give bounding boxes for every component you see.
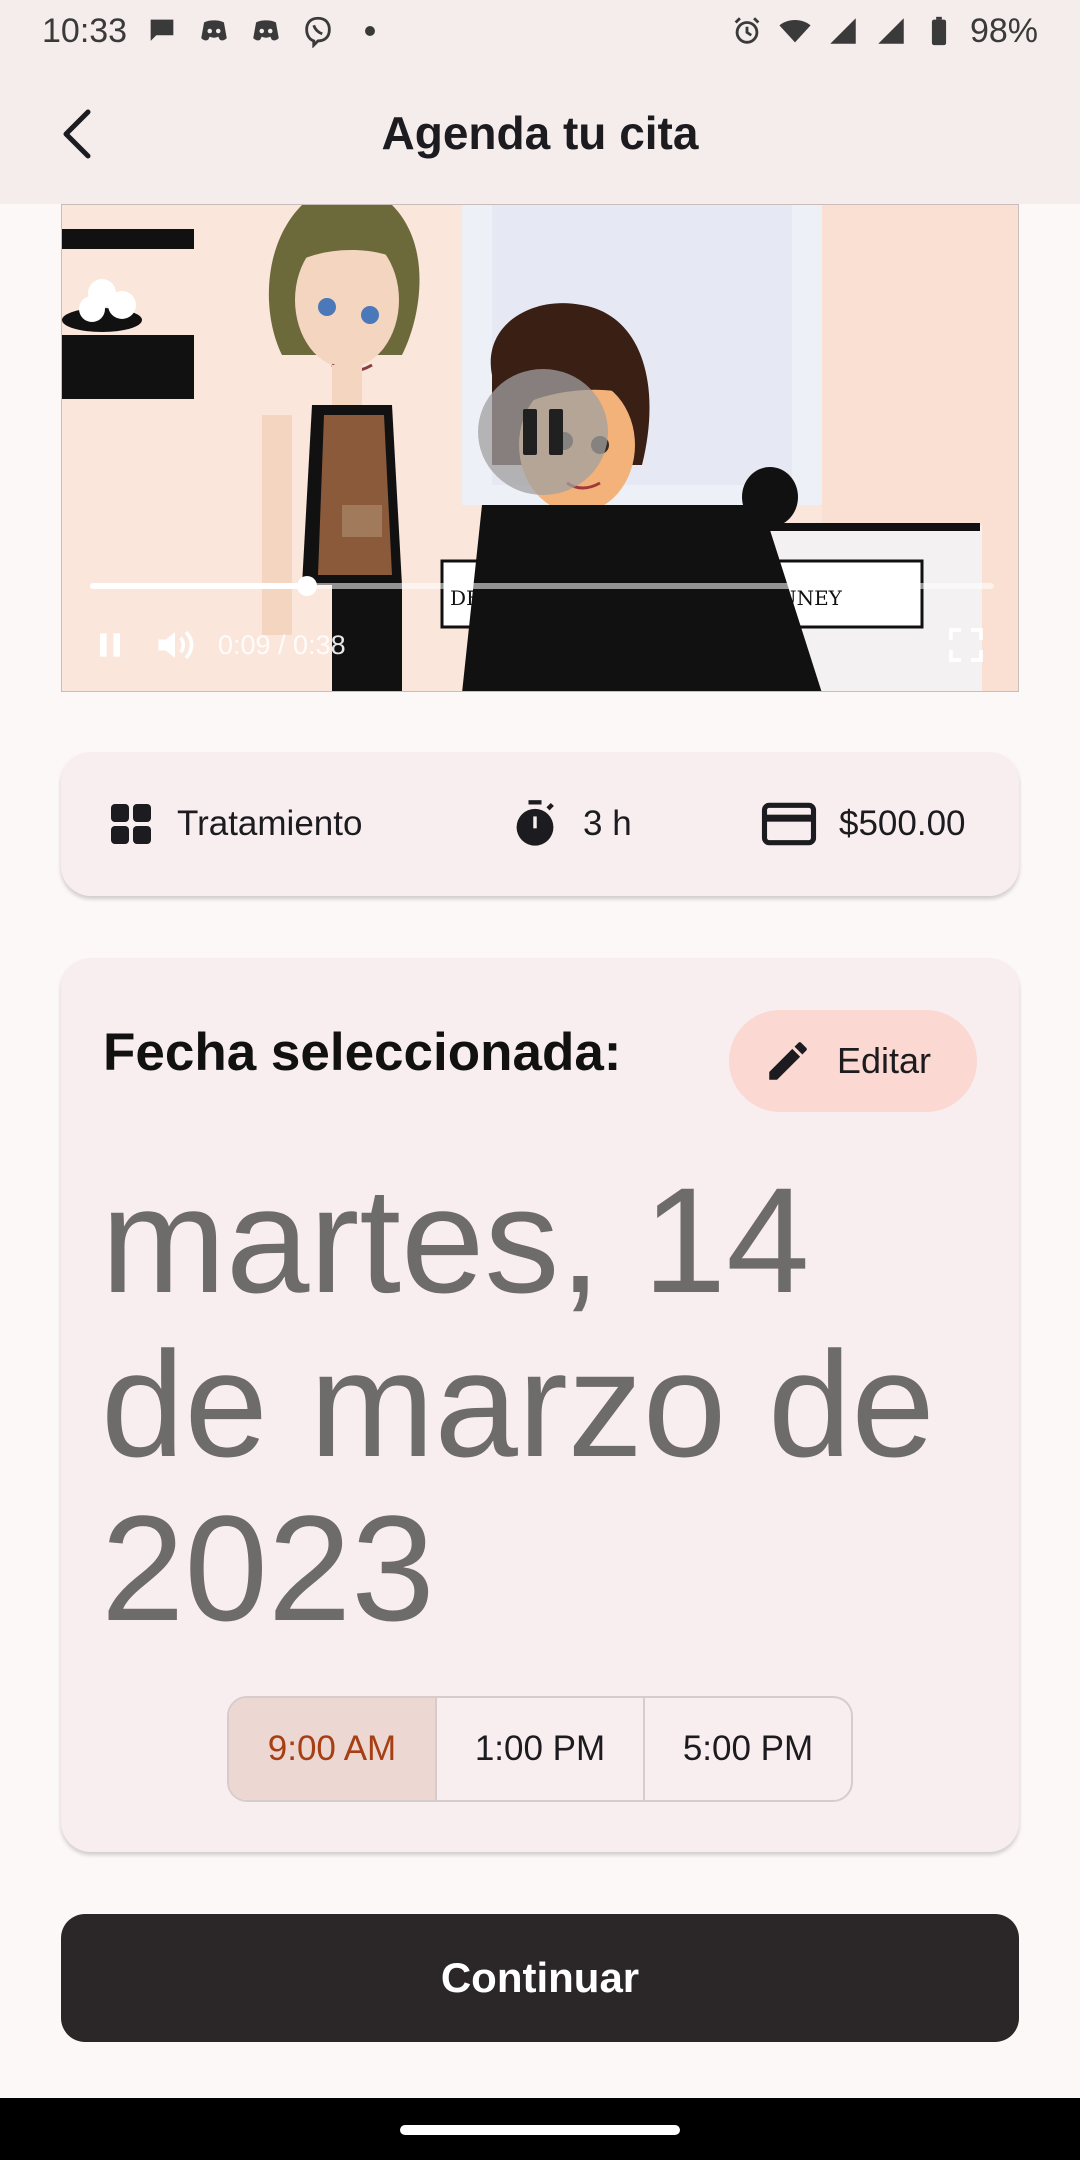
wifi-icon xyxy=(779,20,811,43)
date-card: Fecha seleccionada: Editar martes, 14 de… xyxy=(61,958,1019,1852)
continue-button[interactable]: Continuar xyxy=(61,1914,1019,2042)
pause-icon[interactable] xyxy=(90,625,130,665)
page-title: Agenda tu cita xyxy=(381,107,699,159)
grid-icon xyxy=(111,804,151,844)
status-time: 10:33 xyxy=(42,11,128,50)
video-progress-fill xyxy=(90,583,307,589)
battery-icon xyxy=(931,16,947,46)
center-pause-button[interactable] xyxy=(478,369,608,495)
chat-bubble-icon xyxy=(150,19,174,41)
arrow-back-icon xyxy=(63,109,91,159)
timer-icon xyxy=(516,800,554,846)
notification-icons xyxy=(145,14,387,48)
fullscreen-icon[interactable] xyxy=(946,625,986,665)
edit-date-button[interactable]: Editar xyxy=(729,1010,977,1112)
discord-icon xyxy=(201,20,227,41)
battery-percentage: 98% xyxy=(969,11,1038,50)
back-button[interactable] xyxy=(40,96,116,172)
service-price-label: $500.00 xyxy=(839,804,966,843)
home-gesture-handle[interactable] xyxy=(400,2125,680,2135)
pause-bar xyxy=(523,409,537,455)
service-duration: 3 h xyxy=(509,752,632,896)
time-slot-selector: 9:00 AM 1:00 PM 5:00 PM xyxy=(227,1696,853,1802)
service-category: Tratamiento xyxy=(107,752,362,896)
selected-date-label: Fecha seleccionada: xyxy=(103,1023,622,1082)
video-controls: 0:09 / 0:38 xyxy=(90,615,994,675)
service-duration-label: 3 h xyxy=(583,804,632,843)
top-app-bar: Agenda tu cita xyxy=(0,62,1080,204)
alarm-icon xyxy=(734,17,760,44)
system-icons: 98% xyxy=(730,12,1038,51)
video-time: 0:09 / 0:38 xyxy=(218,629,346,660)
credit-card-icon xyxy=(761,802,817,846)
selected-date-text: martes, 14 de marzo de 2023 xyxy=(101,1156,935,1652)
edit-date-label: Editar xyxy=(837,1040,932,1081)
service-category-label: Tratamiento xyxy=(177,804,363,843)
service-info-card: Tratamiento 3 h $500.00 xyxy=(61,752,1019,896)
viber-icon xyxy=(305,16,331,48)
video-progress-bar[interactable] xyxy=(90,576,994,596)
service-price: $500.00 xyxy=(761,752,966,896)
status-bar: 10:33 98% xyxy=(0,0,1080,62)
pause-bar xyxy=(549,409,563,455)
signal-icon xyxy=(830,18,856,44)
video-player[interactable]: DELAU LAUNEY 0:09 / 0:38 xyxy=(61,204,1019,692)
pencil-icon xyxy=(769,1042,807,1080)
time-slot-option[interactable]: 9:00 AM xyxy=(229,1698,437,1800)
dot-icon xyxy=(365,26,376,36)
discord-icon xyxy=(253,20,279,41)
volume-icon[interactable] xyxy=(150,623,200,667)
video-progress-thumb[interactable] xyxy=(296,576,317,596)
time-slot-option[interactable]: 1:00 PM xyxy=(437,1698,645,1800)
time-slot-option[interactable]: 5:00 PM xyxy=(645,1698,851,1800)
signal-icon xyxy=(878,18,904,44)
